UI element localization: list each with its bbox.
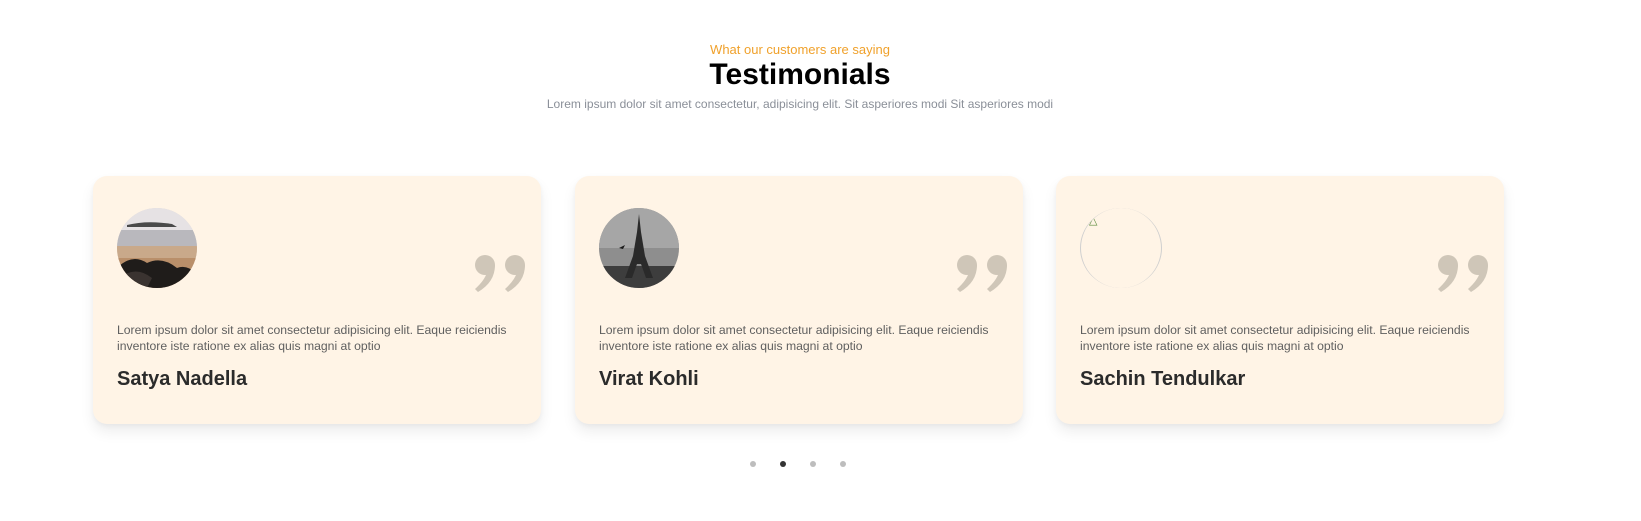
avatar	[117, 208, 197, 288]
testimonial-card: Lorem ipsum dolor sit amet consectetur a…	[93, 176, 541, 424]
closing-quote-icon	[475, 255, 525, 292]
section-title: Testimonials	[709, 58, 891, 91]
beach-rocks-photo	[117, 208, 197, 288]
testimonial-text: Lorem ipsum dolor sit amet consectetur a…	[1080, 323, 1470, 353]
pagination-dot-2[interactable]	[780, 461, 786, 467]
closing-quote-icon	[1438, 255, 1488, 292]
testimonial-card: △ Lorem ipsum dolor sit amet consectetur…	[1056, 176, 1504, 424]
eiffel-tower-photo	[599, 208, 679, 288]
avatar: △	[1080, 208, 1162, 288]
testimonial-name: Satya Nadella	[117, 368, 248, 390]
section-subtitle: Lorem ipsum dolor sit amet consectetur, …	[546, 97, 1054, 111]
pagination-dot-1[interactable]	[750, 461, 756, 467]
avatar	[599, 208, 679, 288]
testimonial-name: Virat Kohli	[599, 368, 699, 390]
pagination-dot-4[interactable]	[840, 461, 846, 467]
closing-quote-icon	[957, 255, 1007, 292]
pagination-dot-3[interactable]	[810, 461, 816, 467]
testimonial-text: Lorem ipsum dolor sit amet consectetur a…	[117, 323, 507, 353]
broken-image-icon: △	[1089, 215, 1098, 227]
testimonial-card: Lorem ipsum dolor sit amet consectetur a…	[575, 176, 1023, 424]
testimonial-text: Lorem ipsum dolor sit amet consectetur a…	[599, 323, 989, 353]
testimonial-name: Sachin Tendulkar	[1080, 368, 1246, 390]
section-kicker: What our customers are saying	[710, 42, 890, 57]
